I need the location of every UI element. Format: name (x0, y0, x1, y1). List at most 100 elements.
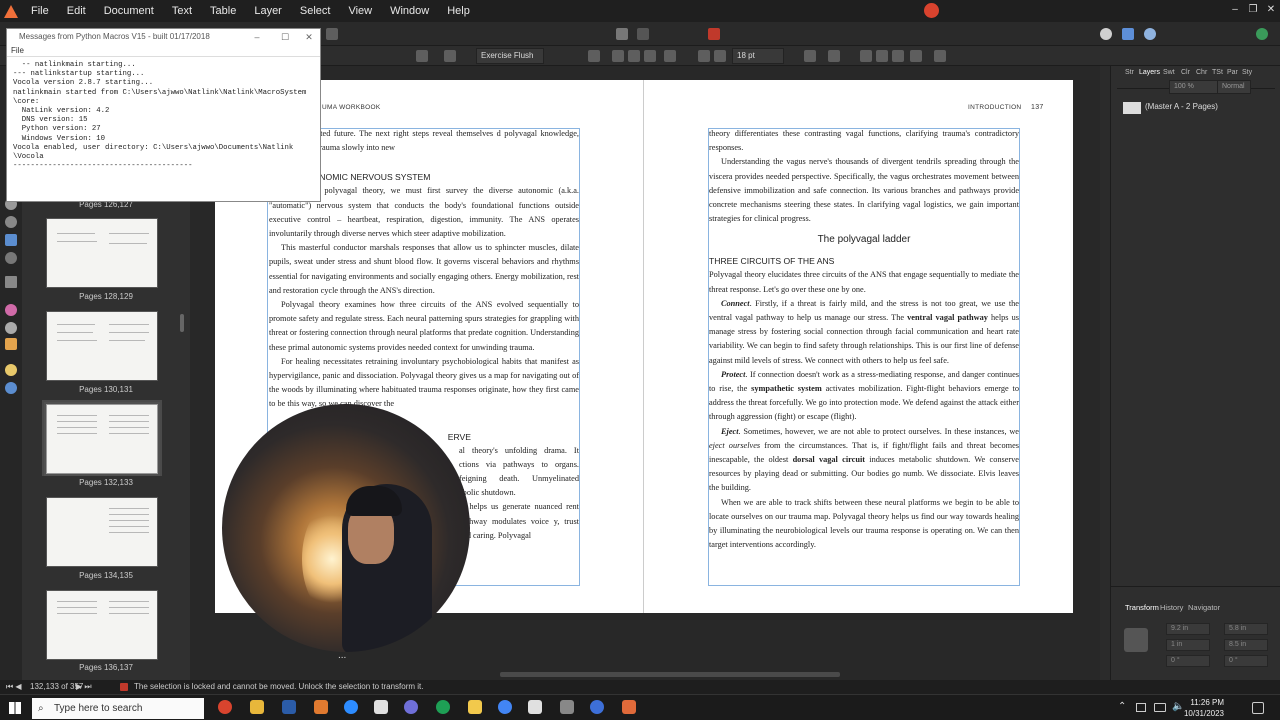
tool-pen-icon[interactable] (5, 322, 17, 334)
grammarly-icon[interactable] (436, 700, 450, 714)
character-icon[interactable] (444, 50, 456, 62)
folder-icon[interactable] (468, 700, 482, 714)
account-icon[interactable] (1256, 28, 1268, 40)
canvas-horizontal-scrollbar[interactable] (210, 672, 1090, 677)
menu-edit[interactable]: Edit (58, 0, 95, 22)
tool-zoom-icon[interactable] (5, 382, 17, 394)
macro-messages-window[interactable]: Messages from Python Macros V15 - built … (6, 28, 321, 202)
zoom-icon[interactable] (344, 700, 358, 714)
tool-fill-icon[interactable] (5, 304, 17, 316)
chrome-icon[interactable] (498, 700, 512, 714)
tab-navigator[interactable]: Navigator (1188, 603, 1220, 612)
studio-icon[interactable] (1100, 28, 1112, 40)
tab-character[interactable]: Chr (1196, 69, 1207, 76)
snapping-icon[interactable] (708, 28, 720, 40)
page-thumbnail[interactable] (46, 311, 158, 381)
tool-image-icon[interactable] (5, 234, 17, 246)
justify-icon[interactable] (664, 50, 676, 62)
align-left-icon[interactable] (612, 50, 624, 62)
layer-row-master-a[interactable]: (Master A - 2 Pages) (1115, 100, 1275, 116)
record-icon[interactable] (924, 3, 939, 18)
tab-stroke[interactable]: Str (1125, 69, 1134, 76)
menu-document[interactable]: Document (95, 0, 163, 22)
anchor-point-icon[interactable] (1124, 628, 1148, 652)
page-thumbnail[interactable] (46, 497, 158, 567)
page-thumbnail[interactable] (46, 590, 158, 660)
tool-hand-icon[interactable] (5, 364, 17, 376)
webcam-more-icon[interactable]: ... (338, 650, 346, 661)
menu-help[interactable]: Help (438, 0, 479, 22)
macro-menu-file[interactable]: File (7, 45, 320, 57)
tool-crop-icon[interactable] (5, 276, 17, 288)
transform-icon[interactable] (860, 50, 872, 62)
align-right-icon[interactable] (644, 50, 656, 62)
transform-x-field[interactable]: 9.2 in (1166, 623, 1210, 635)
arrange-icon[interactable] (910, 50, 922, 62)
tab-layers[interactable]: Layers (1139, 69, 1160, 76)
page-thumbnail-selected[interactable] (44, 402, 160, 476)
preview-icon[interactable] (616, 28, 628, 40)
minimize-icon[interactable]: – (250, 29, 264, 45)
app-icon-1[interactable] (218, 700, 232, 714)
menu-layer[interactable]: Layer (245, 0, 291, 22)
dragon-icon[interactable] (374, 700, 388, 714)
menu-text[interactable]: Text (163, 0, 201, 22)
affinity-publisher-icon[interactable] (622, 700, 636, 714)
maximize-icon[interactable]: ❐ (1244, 0, 1262, 22)
align-icon[interactable] (637, 28, 649, 40)
tool-frame-icon[interactable] (5, 252, 17, 264)
notification-icon[interactable] (1252, 702, 1264, 714)
tray-app-icon[interactable] (1136, 703, 1146, 712)
menu-view[interactable]: View (339, 0, 381, 22)
text-flow-icon[interactable] (828, 50, 840, 62)
menu-window[interactable]: Window (381, 0, 438, 22)
tray-chevron-icon[interactable]: ⌃ (1118, 701, 1126, 712)
paragraph-icon[interactable] (416, 50, 428, 62)
baseline-grid-icon[interactable] (804, 50, 816, 62)
tab-transform[interactable]: Transform (1125, 603, 1159, 612)
word-icon[interactable] (282, 700, 296, 714)
close-icon[interactable]: ✕ (302, 29, 316, 45)
close-icon[interactable]: ✕ (1262, 0, 1280, 22)
tool-shape-icon[interactable] (5, 216, 17, 228)
transform-y-field[interactable]: 5.8 in (1224, 623, 1268, 635)
menu-file[interactable]: File (22, 0, 58, 22)
app-icon-7[interactable] (404, 700, 418, 714)
file-explorer-icon[interactable] (250, 700, 264, 714)
tab-text-styles[interactable]: TSt (1212, 69, 1223, 76)
app-icon-12[interactable] (590, 700, 604, 714)
maximize-icon[interactable]: ☐ (278, 29, 292, 45)
pages-scrollbar[interactable] (180, 314, 184, 332)
transform-shear-field[interactable]: 0 ° (1224, 655, 1268, 667)
align-center-icon[interactable] (628, 50, 640, 62)
numbering-icon[interactable] (714, 50, 726, 62)
font-size-dropdown[interactable]: 18 pt (732, 48, 784, 64)
tool-pencil-icon[interactable] (5, 338, 17, 350)
pilcrow-icon[interactable] (588, 50, 600, 62)
paragraph-style-dropdown[interactable]: Exercise Flush (476, 48, 544, 64)
page-nav-next-icons[interactable]: ▶ ⏭ (76, 680, 92, 694)
persona-designer-icon[interactable] (1122, 28, 1134, 40)
layer-opacity-field[interactable]: 100 % (1169, 80, 1219, 94)
minimize-icon[interactable]: – (1226, 0, 1244, 22)
tab-styles[interactable]: Sty (1242, 69, 1252, 76)
page-thumbnail[interactable] (46, 218, 158, 288)
network-icon[interactable] (1154, 703, 1166, 712)
windows-start-icon[interactable] (9, 702, 21, 714)
app-icon-11[interactable] (560, 700, 574, 714)
tab-history[interactable]: History (1160, 603, 1183, 612)
rotate-icon[interactable] (876, 50, 888, 62)
menu-table[interactable]: Table (201, 0, 245, 22)
volume-icon[interactable]: 🔈 (1172, 701, 1184, 712)
taskbar-search[interactable]: ⌕ Type here to search (32, 698, 204, 719)
app-icon-4[interactable] (314, 700, 328, 714)
transform-h-field[interactable]: 8.5 in (1224, 639, 1268, 651)
webcam-overlay[interactable] (222, 404, 470, 652)
tab-color[interactable]: Clr (1181, 69, 1190, 76)
toolbar-icon[interactable] (326, 28, 338, 40)
blend-mode-dropdown[interactable]: Normal (1217, 80, 1251, 94)
tab-paragraph[interactable]: Par (1227, 69, 1238, 76)
dragon-icon-2[interactable] (528, 700, 542, 714)
bullets-icon[interactable] (698, 50, 710, 62)
transform-w-field[interactable]: 1 in (1166, 639, 1210, 651)
